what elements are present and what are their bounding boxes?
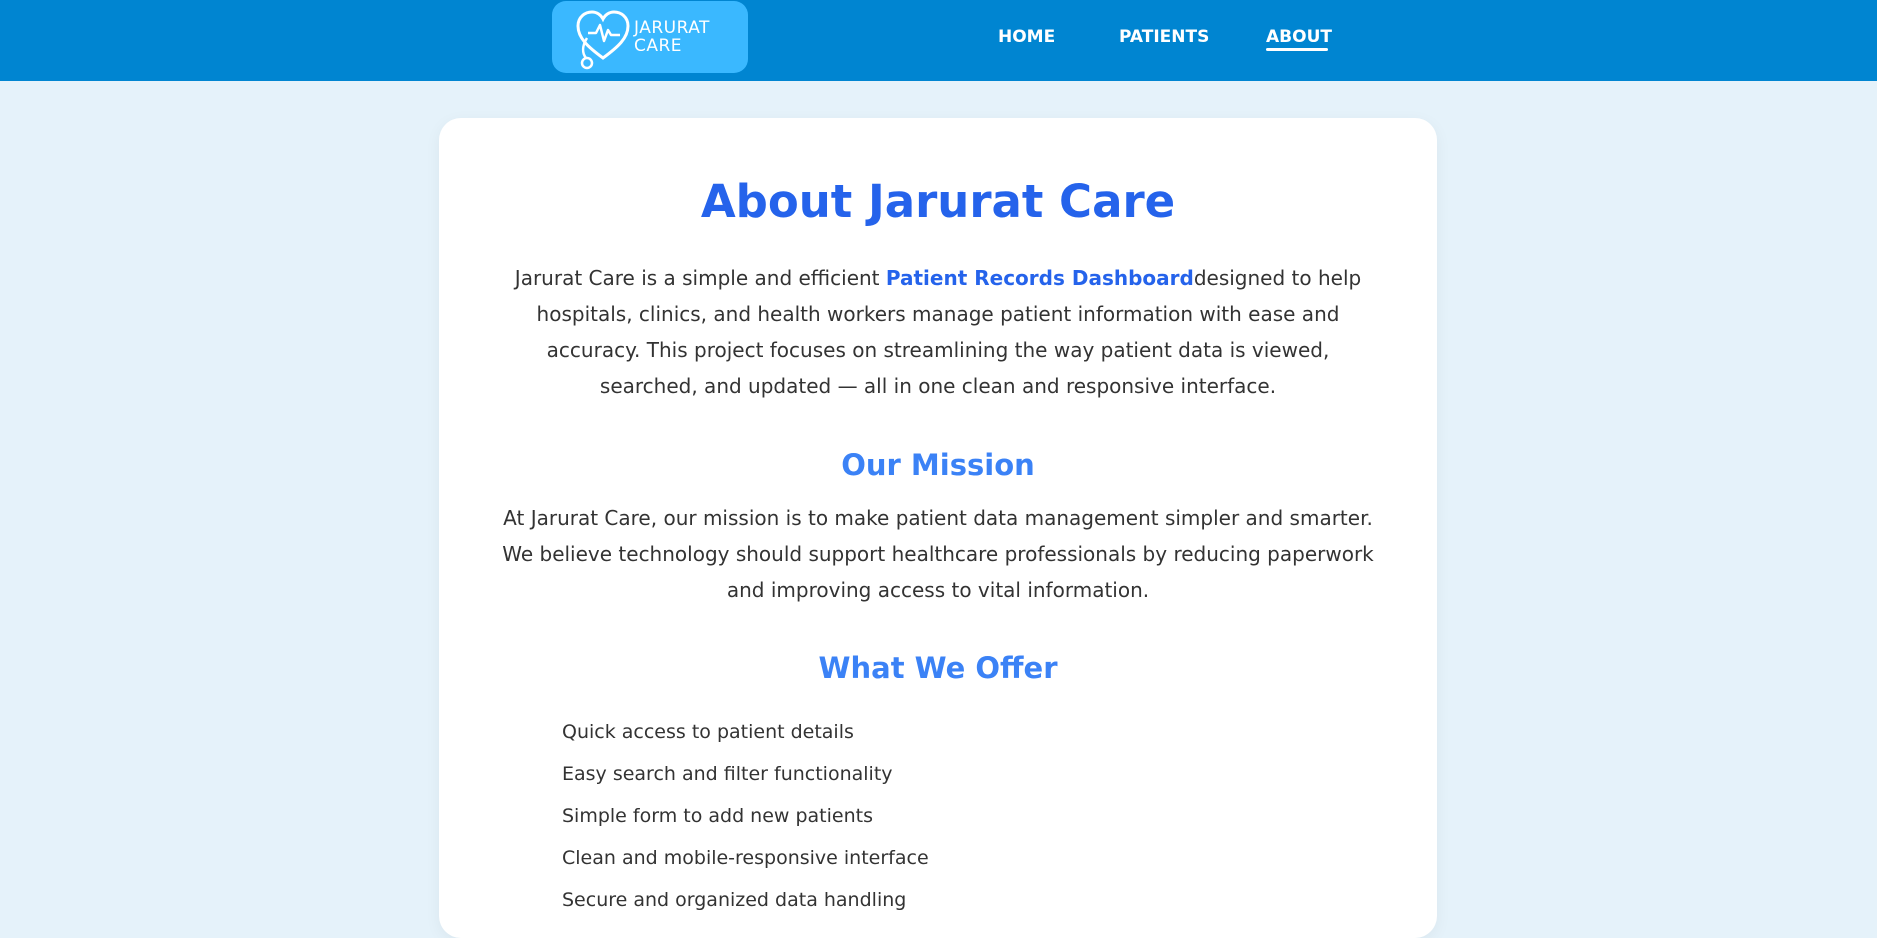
- brand-name-line2: CARE: [634, 36, 683, 56]
- intro-highlight: Patient Records Dashboard: [885, 266, 1194, 290]
- about-card: About Jarurat Care Jarurat Care is a sim…: [439, 118, 1437, 938]
- nav-home-link[interactable]: HOME: [998, 27, 1055, 47]
- navbar: JARURAT CARE HOME PATIENTS ABOUT: [0, 0, 1877, 81]
- heart-stethoscope-icon: [576, 10, 630, 70]
- nav-patients-link[interactable]: PATIENTS: [1119, 27, 1209, 47]
- brand-name: JARURAT CARE: [634, 19, 710, 55]
- offer-heading: What We Offer: [818, 651, 1058, 685]
- offer-list: Quick access to patient details Easy sea…: [562, 711, 929, 921]
- offer-item: Secure and organized data handling: [562, 889, 907, 911]
- mission-paragraph: At Jarurat Care, our mission is to make …: [502, 506, 1374, 602]
- page-title: About Jarurat Care: [700, 175, 1176, 228]
- offer-item: Simple form to add new patients: [562, 805, 873, 827]
- brand-logo[interactable]: JARURAT CARE: [552, 1, 748, 73]
- intro-text-start: Jarurat Care is a simple and efficient: [514, 266, 886, 290]
- offer-item: Quick access to patient details: [562, 721, 854, 743]
- brand-name-line1: JARURAT: [634, 18, 710, 38]
- intro-paragraph: Jarurat Care is a simple and efficient P…: [501, 260, 1375, 404]
- active-nav-indicator: [1266, 48, 1328, 51]
- nav-about-link[interactable]: ABOUT: [1266, 27, 1332, 47]
- mission-heading: Our Mission: [841, 448, 1035, 482]
- offer-item: Clean and mobile-responsive interface: [562, 847, 929, 869]
- offer-item: Easy search and filter functionality: [562, 763, 893, 785]
